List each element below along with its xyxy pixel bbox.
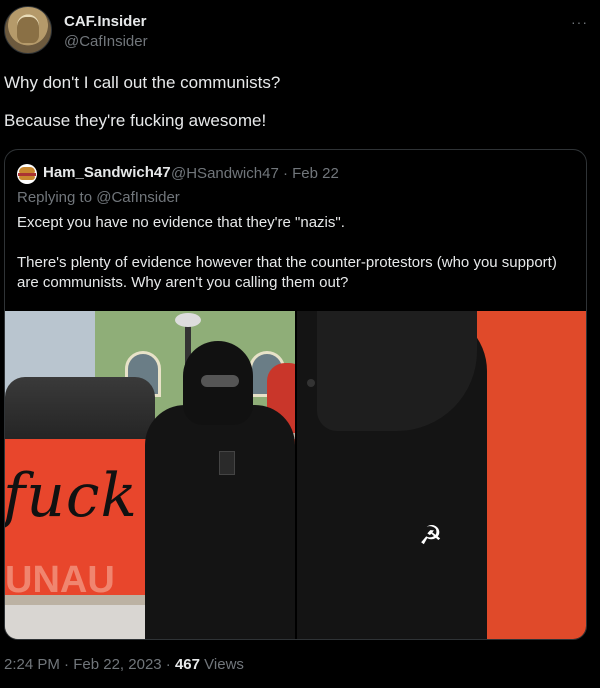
- banner-text: fuck: [5, 461, 138, 531]
- protest-photo[interactable]: fuck UNAU: [5, 311, 295, 639]
- quoted-paragraph: Except you have no evidence that they're…: [17, 214, 345, 231]
- tweet-header: CAF.Insider @CafInsider ···: [4, 6, 596, 58]
- tweet-footer: 2:24 PM · Feb 22, 2023 · 467 Views: [4, 656, 244, 673]
- footer-separator: ·: [165, 656, 171, 673]
- masked-person: [145, 341, 295, 639]
- tweet-time[interactable]: 2:24 PM: [4, 656, 60, 673]
- banner-text-lower: UNAU: [5, 559, 115, 601]
- quoted-paragraph: There's plenty of evidence however that …: [17, 254, 557, 291]
- phone-icon: [219, 451, 235, 475]
- author-handle[interactable]: @CafInsider: [64, 33, 148, 50]
- tweet-date[interactable]: Feb 22, 2023: [73, 656, 161, 673]
- meta-separator: ·: [282, 165, 288, 182]
- author-display-name[interactable]: CAF.Insider: [64, 13, 147, 30]
- quoted-author-handle: @HSandwich47: [171, 165, 279, 182]
- hammer-sickle-icon: ☭: [419, 521, 443, 551]
- quoted-author-avatar: [17, 164, 37, 184]
- quoted-tweet-text: Except you have no evidence that they're…: [17, 213, 572, 313]
- more-options-icon[interactable]: ···: [571, 14, 588, 30]
- quoted-author-display-name: Ham_Sandwich47: [43, 164, 171, 181]
- quoted-tweet-media: fuck UNAU ☭: [5, 311, 586, 639]
- flag-closeup-photo[interactable]: ☭: [297, 311, 586, 639]
- quoted-tweet[interactable]: Ham_Sandwich47 @HSandwich47 · Feb 22 Rep…: [4, 149, 587, 640]
- views-count: 467: [174, 656, 200, 673]
- author-avatar[interactable]: [4, 6, 52, 54]
- footer-separator: ·: [64, 656, 70, 673]
- tweet-text: Why don't I call out the communists? Bec…: [4, 72, 584, 148]
- replying-to: Replying to @CafInsider: [17, 189, 180, 206]
- tweet-line: Because they're fucking awesome!: [4, 111, 267, 130]
- quoted-author-meta: @HSandwich47 · Feb 22: [171, 165, 339, 182]
- quoted-tweet-date: Feb 22: [292, 165, 339, 182]
- views-label: Views: [204, 656, 244, 673]
- tweet-line: Why don't I call out the communists?: [4, 73, 281, 92]
